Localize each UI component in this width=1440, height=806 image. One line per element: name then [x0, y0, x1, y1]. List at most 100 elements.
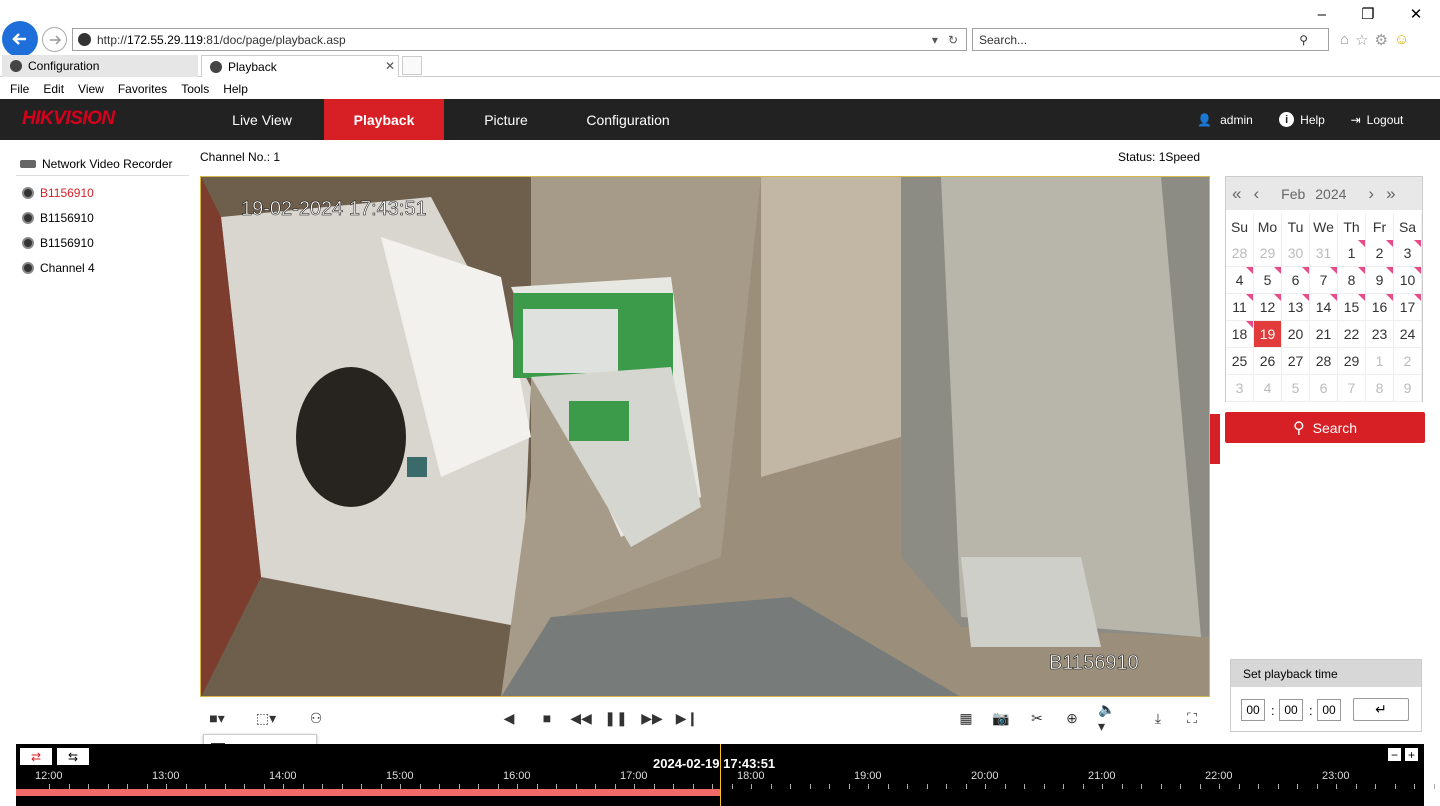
- timeline-zoom-in-icon[interactable]: ⇆: [57, 748, 89, 765]
- channel-item[interactable]: B1156910: [22, 236, 94, 250]
- settings-gear-icon[interactable]: ⚙: [1375, 31, 1388, 49]
- minute-input[interactable]: 00: [1279, 699, 1303, 721]
- nav-configuration[interactable]: Configuration: [568, 99, 688, 140]
- device-tree-root[interactable]: Network Video Recorder: [16, 152, 189, 176]
- smiley-icon[interactable]: ☺: [1394, 31, 1409, 49]
- calendar-day[interactable]: 8: [1338, 267, 1366, 294]
- calendar-day[interactable]: 19: [1254, 321, 1282, 348]
- tab-configuration[interactable]: Configuration: [2, 55, 198, 77]
- calendar-day[interactable]: 14: [1310, 294, 1338, 321]
- maximize-icon[interactable]: ❐: [1361, 5, 1374, 23]
- calendar-day[interactable]: 29: [1338, 348, 1366, 375]
- calendar-day[interactable]: 6: [1282, 267, 1310, 294]
- calendar-day[interactable]: 31: [1310, 240, 1338, 267]
- calendar-day[interactable]: 8: [1366, 375, 1394, 402]
- hour-input[interactable]: 00: [1241, 699, 1265, 721]
- calendar-day[interactable]: 18: [1226, 321, 1254, 348]
- calendar-day[interactable]: 1: [1366, 348, 1394, 375]
- calendar-day[interactable]: 5: [1282, 375, 1310, 402]
- single-frame-icon[interactable]: ▶❙: [676, 708, 699, 728]
- calendar-day[interactable]: 11: [1226, 294, 1254, 321]
- back-button[interactable]: [2, 21, 38, 57]
- new-tab-button[interactable]: [402, 56, 422, 75]
- calendar-day[interactable]: 13: [1282, 294, 1310, 321]
- calendar-day[interactable]: 22: [1338, 321, 1366, 348]
- menu-file[interactable]: File: [10, 82, 29, 96]
- prev-year-icon[interactable]: «: [1232, 184, 1241, 204]
- calendar-day[interactable]: 3: [1226, 375, 1254, 402]
- menu-tools[interactable]: Tools: [181, 82, 209, 96]
- fullscreen-icon[interactable]: ⛶: [1181, 708, 1203, 728]
- user-menu[interactable]: 👤 admin: [1190, 99, 1260, 140]
- calendar-day[interactable]: 1: [1338, 240, 1366, 267]
- menu-edit[interactable]: Edit: [43, 82, 64, 96]
- calendar-day[interactable]: 10: [1394, 267, 1422, 294]
- menu-help[interactable]: Help: [223, 82, 248, 96]
- calendar-day[interactable]: 29: [1254, 240, 1282, 267]
- speed-up-icon[interactable]: ▶▶: [641, 708, 663, 728]
- calendar-day[interactable]: 21: [1310, 321, 1338, 348]
- timeline-bar[interactable]: ⇄ ⇆ 2024-02-19 17:43:51 − + 12:00 13:00 14…: [16, 744, 1435, 806]
- calendar-day[interactable]: 28: [1310, 348, 1338, 375]
- calendar-day[interactable]: 30: [1282, 240, 1310, 267]
- nav-playback[interactable]: Playback: [324, 99, 444, 140]
- close-icon[interactable]: ✕: [1410, 5, 1423, 23]
- collapse-panel-tab[interactable]: [1210, 414, 1220, 464]
- logout-link[interactable]: ⇥ Logout: [1344, 99, 1410, 140]
- channel-item[interactable]: B1156910: [22, 211, 94, 225]
- home-icon[interactable]: ⌂: [1340, 31, 1349, 49]
- next-year-icon[interactable]: »: [1386, 184, 1395, 204]
- reverse-play-icon[interactable]: ◀: [498, 708, 520, 728]
- address-dropdown-icon[interactable]: ▾: [932, 33, 938, 47]
- tab-playback[interactable]: Playback ✕: [201, 55, 399, 77]
- calendar-day[interactable]: 16: [1366, 294, 1394, 321]
- channel-item[interactable]: B1156910: [22, 186, 94, 200]
- slow-down-icon[interactable]: ◀◀: [570, 708, 592, 728]
- calendar-day[interactable]: 6: [1310, 375, 1338, 402]
- calendar-day[interactable]: 2: [1366, 240, 1394, 267]
- nav-picture[interactable]: Picture: [446, 99, 566, 140]
- video-player[interactable]: 19-02-2024 17:43:51 B1156910: [200, 176, 1210, 697]
- snapshot-camera-icon[interactable]: 📷: [990, 708, 1012, 728]
- clip-scissors-icon[interactable]: ✂: [1026, 708, 1048, 728]
- address-bar[interactable]: http://172.55.29.119:81/doc/page/playbac…: [72, 28, 967, 51]
- calendar-day[interactable]: 20: [1282, 321, 1310, 348]
- tab-close-icon[interactable]: ✕: [385, 59, 395, 73]
- go-time-button[interactable]: ↵: [1353, 698, 1409, 721]
- calendar-day[interactable]: 15: [1338, 294, 1366, 321]
- nav-live-view[interactable]: Live View: [202, 99, 322, 140]
- timeline-zoom-out-icon[interactable]: ⇄: [20, 748, 52, 765]
- digital-zoom-icon[interactable]: ⊕: [1061, 708, 1083, 728]
- pause-icon[interactable]: ❚❚: [604, 708, 627, 728]
- calendar-day[interactable]: 4: [1254, 375, 1282, 402]
- window-split-icon[interactable]: ■▾: [206, 708, 228, 728]
- favorites-star-icon[interactable]: ☆: [1355, 31, 1368, 49]
- calendar-day[interactable]: 12: [1254, 294, 1282, 321]
- stop-all-icon[interactable]: ▦: [955, 708, 977, 728]
- minimize-icon[interactable]: –: [1318, 6, 1326, 23]
- timeline-plus-icon[interactable]: +: [1405, 748, 1418, 762]
- calendar-day[interactable]: 23: [1366, 321, 1394, 348]
- calendar-day[interactable]: 24: [1394, 321, 1422, 348]
- channel-item[interactable]: Channel 4: [22, 261, 95, 275]
- calendar-day[interactable]: 17: [1394, 294, 1422, 321]
- next-month-icon[interactable]: ›: [1368, 184, 1374, 204]
- capture-frame-icon[interactable]: ⬚▾: [255, 708, 277, 728]
- refresh-icon[interactable]: ↻: [948, 33, 958, 47]
- prev-month-icon[interactable]: ‹: [1253, 184, 1259, 204]
- menu-view[interactable]: View: [78, 82, 104, 96]
- stop-icon[interactable]: ■: [536, 708, 558, 728]
- help-link[interactable]: i Help: [1272, 99, 1332, 140]
- calendar-day[interactable]: 2: [1394, 348, 1422, 375]
- calendar-day[interactable]: 5: [1254, 267, 1282, 294]
- calendar-day[interactable]: 25: [1226, 348, 1254, 375]
- camera-control-icon[interactable]: ⚇: [305, 708, 327, 728]
- calendar-day[interactable]: 3: [1394, 240, 1422, 267]
- audio-mute-icon[interactable]: 🔈▾: [1098, 701, 1120, 734]
- browser-search-input[interactable]: Search... ⚲: [972, 28, 1329, 51]
- calendar-day[interactable]: 4: [1226, 267, 1254, 294]
- calendar-day[interactable]: 9: [1366, 267, 1394, 294]
- download-icon[interactable]: ⤓: [1147, 708, 1169, 728]
- calendar-day[interactable]: 28: [1226, 240, 1254, 267]
- search-button[interactable]: ⚲ Search: [1225, 412, 1425, 443]
